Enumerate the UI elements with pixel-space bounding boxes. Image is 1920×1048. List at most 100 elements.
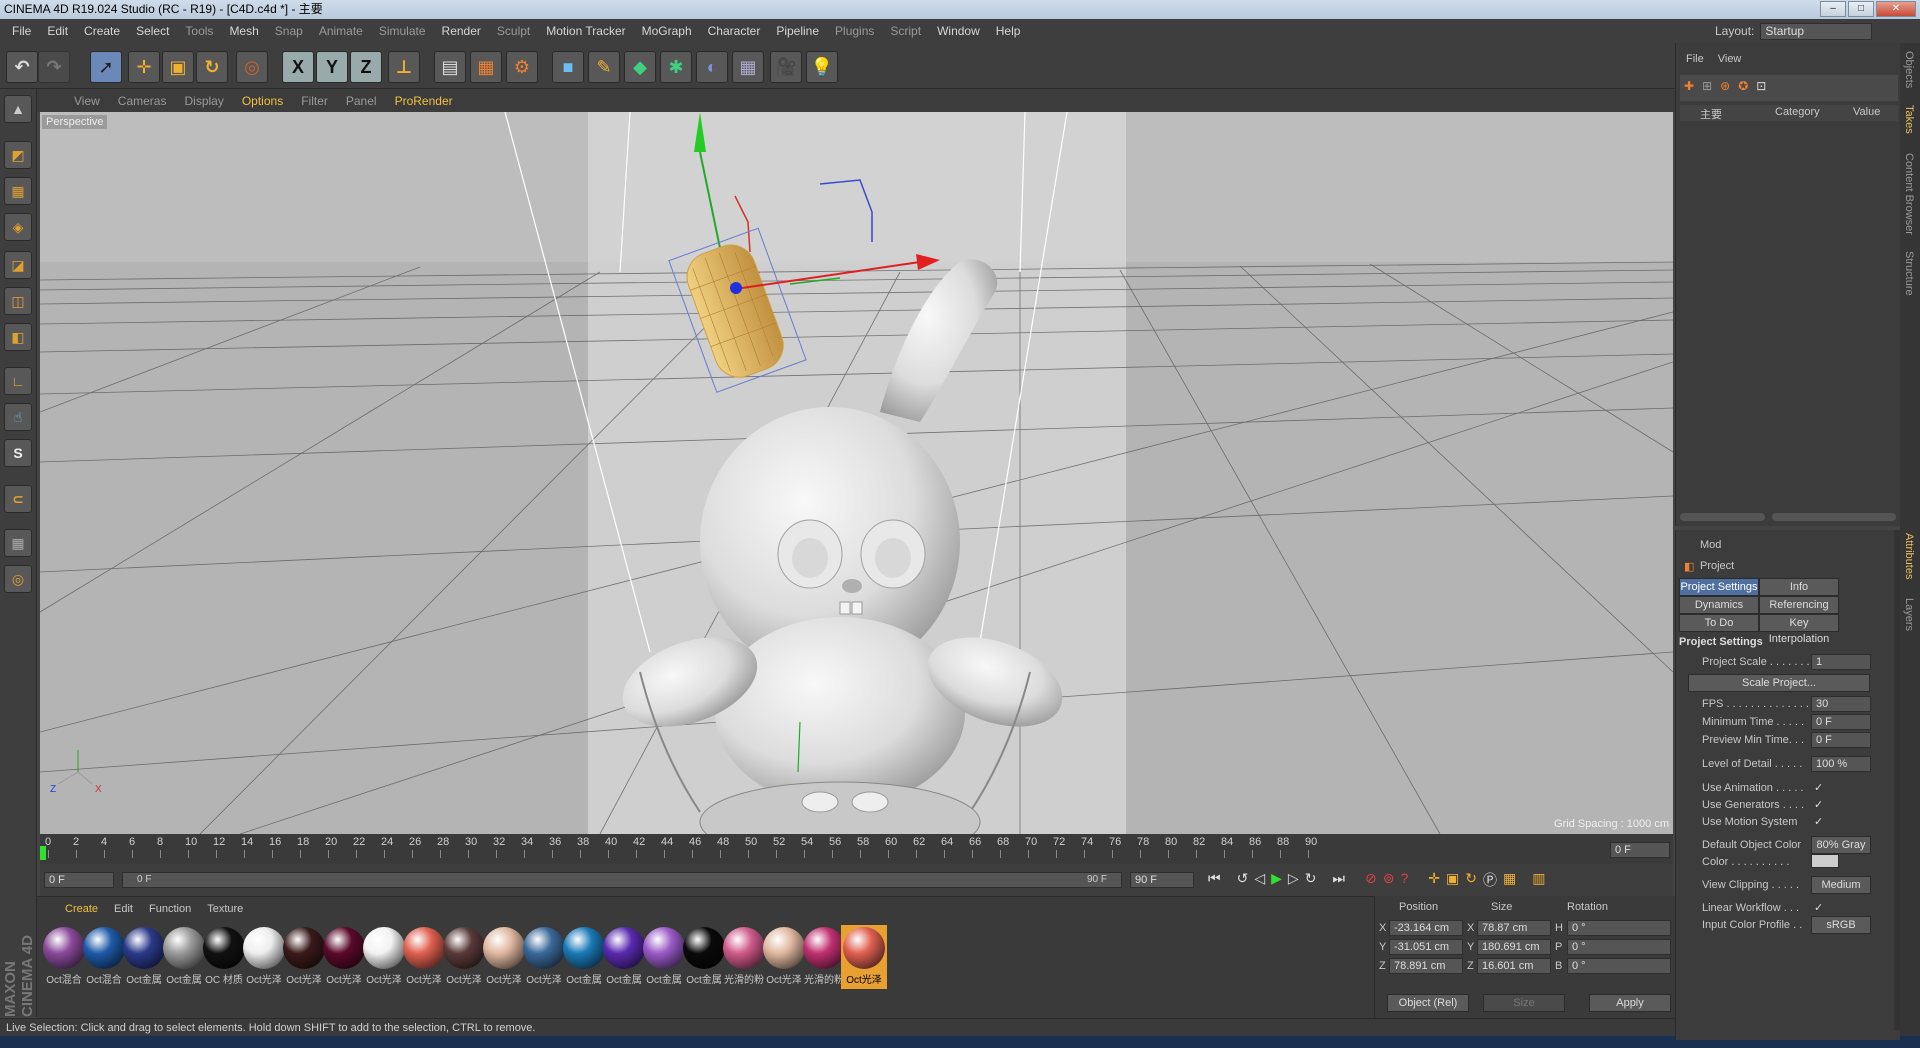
viewport-menu-view[interactable]: View bbox=[65, 94, 109, 108]
points-mode-icon[interactable]: ◪ bbox=[4, 251, 32, 279]
viewport-menu-display[interactable]: Display bbox=[175, 94, 232, 108]
end-frame-field[interactable]: 90 F bbox=[1130, 872, 1194, 888]
size-field[interactable]: 180.691 cm bbox=[1477, 939, 1551, 955]
view-clipping-dropdown[interactable]: Medium bbox=[1811, 876, 1871, 894]
preview-min-time-field[interactable]: 0 F bbox=[1811, 732, 1871, 748]
menu-simulate[interactable]: Simulate bbox=[371, 24, 434, 38]
objects-menu-view[interactable]: View bbox=[1718, 53, 1742, 65]
timeline-layout-icon[interactable]: ▥ bbox=[1532, 870, 1545, 890]
viewport-menu-filter[interactable]: Filter bbox=[292, 94, 337, 108]
position-field[interactable]: -31.051 cm bbox=[1389, 939, 1463, 955]
make-editable-icon[interactable]: ▲ bbox=[4, 95, 32, 123]
snap-icon[interactable]: S bbox=[4, 439, 32, 467]
menu-animate[interactable]: Animate bbox=[311, 24, 371, 38]
add-child-take-icon[interactable]: ⊞ bbox=[1702, 79, 1712, 97]
add-take-icon[interactable]: ✚ bbox=[1684, 79, 1694, 97]
render-picture-viewer-icon[interactable]: ▦ bbox=[470, 51, 502, 83]
move-icon[interactable]: ✛ bbox=[128, 51, 160, 83]
viewport-menu-panel[interactable]: Panel bbox=[337, 94, 386, 108]
key-pla-icon[interactable]: ▦ bbox=[1503, 870, 1516, 890]
texture-mode-icon[interactable]: ▦ bbox=[4, 177, 32, 205]
objects-menu-file[interactable]: File bbox=[1686, 53, 1704, 65]
layout-dropdown[interactable]: Startup bbox=[1760, 22, 1873, 40]
camera-icon[interactable]: 🎥 bbox=[770, 51, 802, 83]
x-axis-button[interactable]: X bbox=[282, 51, 314, 83]
side-tab-structure[interactable]: Structure bbox=[1903, 251, 1915, 296]
workplane-lock-icon[interactable]: ▦ bbox=[4, 529, 32, 557]
scale-project-button[interactable]: Scale Project... bbox=[1688, 674, 1870, 692]
menu-mograph[interactable]: MoGraph bbox=[634, 24, 700, 38]
cloner-icon[interactable]: ✱ bbox=[660, 51, 692, 83]
menu-render[interactable]: Render bbox=[434, 24, 489, 38]
start-frame-field[interactable]: 0 F bbox=[44, 872, 114, 888]
z-axis-button[interactable]: Z bbox=[350, 51, 382, 83]
prev-key-icon[interactable]: ↺ bbox=[1237, 870, 1249, 890]
menu-help[interactable]: Help bbox=[988, 24, 1029, 38]
y-axis-button[interactable]: Y bbox=[316, 51, 348, 83]
tab-referencing[interactable]: Referencing bbox=[1759, 596, 1839, 614]
playhead[interactable] bbox=[40, 846, 46, 860]
menu-window[interactable]: Window bbox=[929, 24, 988, 38]
tab-info[interactable]: Info bbox=[1759, 578, 1839, 596]
magnet-icon[interactable]: ⊂ bbox=[4, 485, 32, 513]
rotation-field[interactable]: 0 ° bbox=[1567, 939, 1671, 955]
rotate-icon[interactable]: ↻ bbox=[196, 51, 228, 83]
next-frame-icon[interactable]: ▷ bbox=[1288, 870, 1299, 890]
edges-mode-icon[interactable]: ◫ bbox=[4, 287, 32, 315]
size-field[interactable]: 16.601 cm bbox=[1477, 958, 1551, 974]
menu-character[interactable]: Character bbox=[700, 24, 769, 38]
linear-workflow-checkbox[interactable]: ✓ bbox=[1814, 902, 1826, 914]
use-animation-checkbox[interactable]: ✓ bbox=[1814, 782, 1826, 794]
side-tab-objects[interactable]: Objects bbox=[1903, 51, 1915, 88]
menu-script[interactable]: Script bbox=[882, 24, 929, 38]
redo-icon[interactable]: ↷ bbox=[38, 51, 70, 83]
keyframe-selection-icon[interactable]: ? bbox=[1401, 870, 1409, 890]
rotation-field[interactable]: 0 ° bbox=[1567, 958, 1671, 974]
menu-motion-tracker[interactable]: Motion Tracker bbox=[538, 24, 633, 38]
horizontal-scrollbar-2[interactable] bbox=[1772, 513, 1896, 521]
root-take-label[interactable]: 主要 bbox=[1700, 106, 1722, 122]
horizontal-scrollbar[interactable] bbox=[1680, 513, 1765, 521]
use-generators-checkbox[interactable]: ✓ bbox=[1814, 799, 1826, 811]
position-field[interactable]: 78.891 cm bbox=[1389, 958, 1463, 974]
side-tab-takes[interactable]: Takes bbox=[1903, 105, 1915, 134]
key-rotation-icon[interactable]: ↻ bbox=[1465, 870, 1477, 890]
side-tab-layers[interactable]: Layers bbox=[1903, 598, 1915, 631]
position-field[interactable]: -23.164 cm bbox=[1389, 920, 1463, 936]
coordinate-mode-dropdown[interactable]: Object (Rel) bbox=[1387, 994, 1469, 1012]
key-scale-icon[interactable]: ▣ bbox=[1446, 870, 1459, 890]
menu-sculpt[interactable]: Sculpt bbox=[489, 24, 538, 38]
subdivision-icon[interactable]: ◆ bbox=[624, 51, 656, 83]
live-selection-icon[interactable]: ➚ bbox=[90, 51, 122, 83]
next-key-icon[interactable]: ↻ bbox=[1305, 870, 1317, 890]
menu-edit[interactable]: Edit bbox=[39, 24, 76, 38]
recent-tool-icon[interactable]: ◎ bbox=[236, 51, 268, 83]
menu-file[interactable]: File bbox=[4, 24, 39, 38]
minimum-time-field[interactable]: 0 F bbox=[1811, 714, 1871, 730]
tweak-mode-icon[interactable]: ☝ bbox=[4, 403, 32, 431]
input-color-profile-dropdown[interactable]: sRGB bbox=[1811, 916, 1871, 934]
size-field[interactable]: 78.87 cm bbox=[1477, 920, 1551, 936]
key-parameter-icon[interactable]: Ⓟ bbox=[1483, 870, 1497, 890]
timeline-ruler[interactable]: 0 2 4 6 8 10 12 14 16 18 20 22 24 26 28 30 32 34 36 38 40 42 4… bbox=[40, 834, 1673, 864]
override-icon[interactable]: ⊛ bbox=[1720, 79, 1730, 97]
undo-icon[interactable]: ↶ bbox=[6, 51, 38, 83]
key-position-icon[interactable]: ✛ bbox=[1428, 870, 1440, 890]
perspective-viewport[interactable]: Z X Perspective Grid Spacing : 1000 cm bbox=[40, 112, 1673, 834]
apply-button[interactable]: Apply bbox=[1589, 994, 1671, 1012]
menu-plugins[interactable]: Plugins bbox=[827, 24, 882, 38]
project-scale-field[interactable]: 1 bbox=[1811, 654, 1871, 670]
goto-start-icon[interactable]: ⏮ bbox=[1208, 870, 1221, 890]
workplane-mode-icon[interactable]: ◈ bbox=[4, 213, 32, 241]
deformer-icon[interactable]: ◐ bbox=[696, 51, 728, 83]
tab-to-do[interactable]: To Do bbox=[1679, 614, 1759, 632]
floor-icon[interactable]: ▦ bbox=[732, 51, 764, 83]
attribute-mode-menu[interactable]: Mod bbox=[1700, 539, 1721, 551]
close-button[interactable]: ✕ bbox=[1876, 1, 1916, 17]
preview-range-slider[interactable]: 0 F 90 F bbox=[122, 872, 1122, 888]
axis-mode-icon[interactable]: ∟ bbox=[4, 367, 32, 395]
current-frame-field[interactable]: 0 F bbox=[1610, 842, 1670, 858]
side-tab-attributes[interactable]: Attributes bbox=[1903, 533, 1915, 579]
coordinate-system-icon[interactable]: ⊥ bbox=[388, 51, 420, 83]
rotation-field[interactable]: 0 ° bbox=[1567, 920, 1671, 936]
